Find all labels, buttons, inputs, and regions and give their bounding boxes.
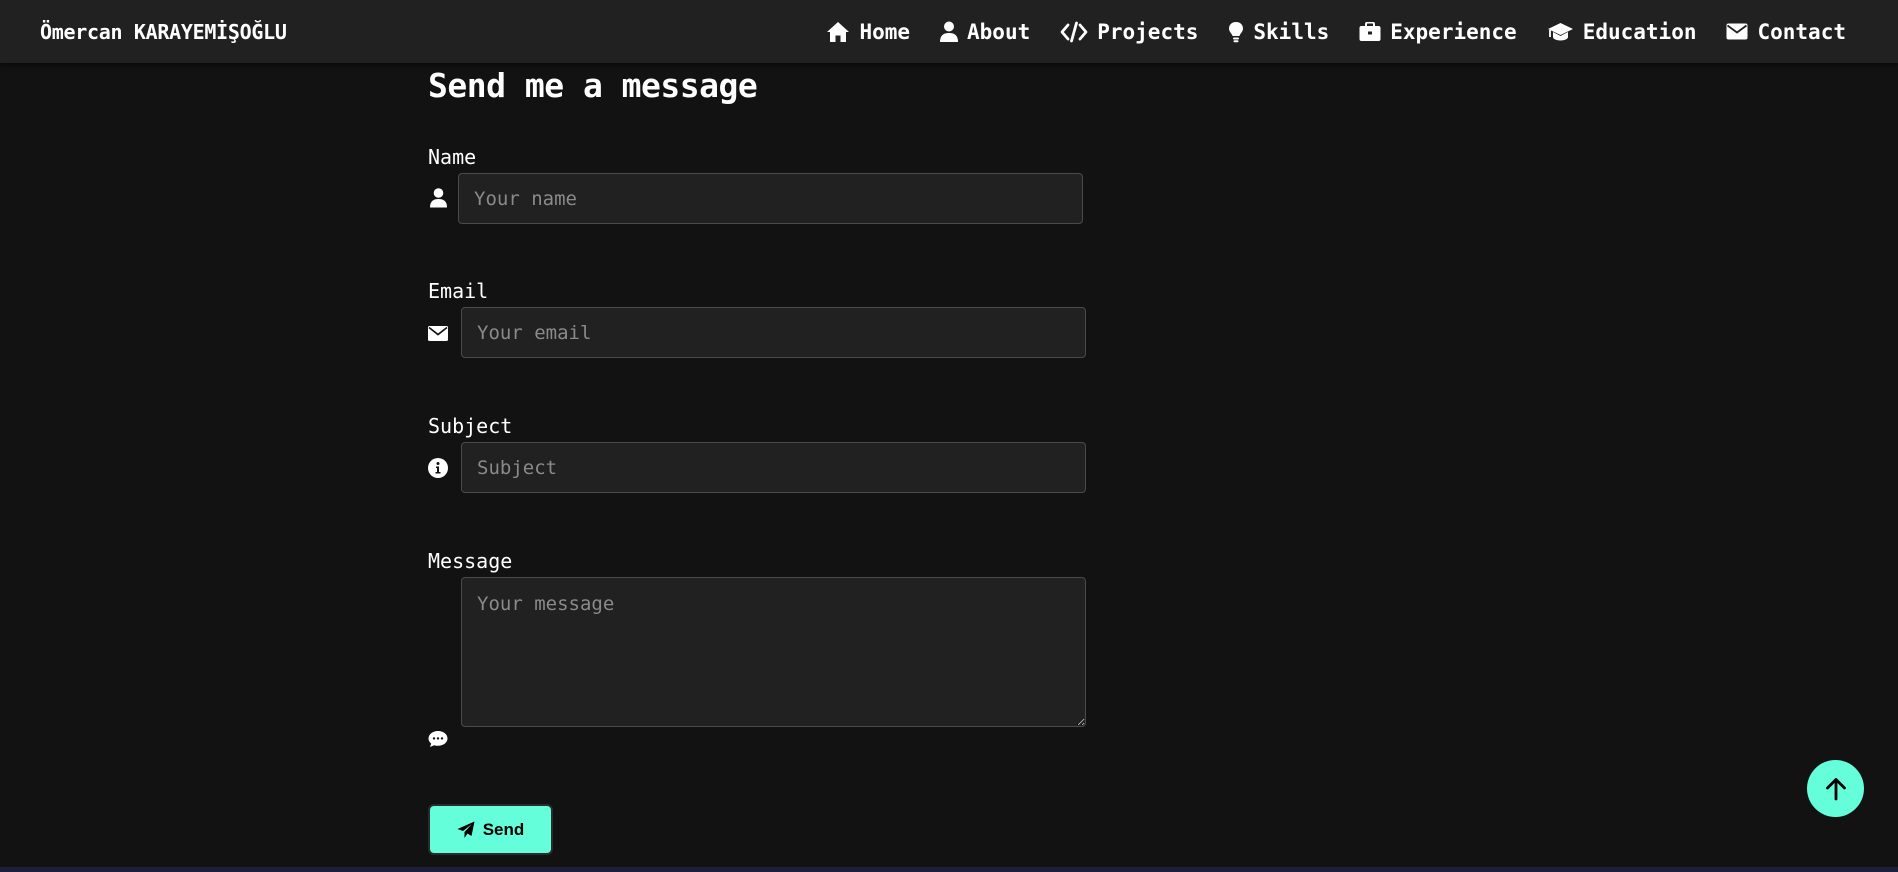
send-button[interactable]: Send — [428, 804, 553, 855]
nav-about-label: About — [967, 19, 1031, 44]
email-field[interactable] — [461, 307, 1086, 358]
name-field[interactable] — [458, 173, 1083, 224]
form-title: Send me a message — [428, 66, 758, 105]
nav-home[interactable]: Home — [826, 20, 910, 44]
email-label: Email — [428, 279, 489, 303]
code-icon — [1060, 21, 1088, 42]
name-label: Name — [428, 145, 477, 169]
info-circle-icon — [428, 458, 448, 478]
graduation-cap-icon — [1547, 22, 1573, 40]
brand-name[interactable]: Ömercan KARAYEMİŞOĞLU — [40, 20, 287, 44]
home-icon — [827, 21, 850, 42]
nav-skills[interactable]: Skills — [1228, 20, 1329, 44]
subject-label: Subject — [428, 414, 513, 438]
nav-projects-label: Projects — [1097, 19, 1199, 44]
main-nav: Home About Projects Skills Experience Ed… — [826, 20, 1846, 44]
briefcase-icon — [1359, 21, 1381, 41]
nav-experience[interactable]: Experience — [1359, 19, 1517, 44]
user-icon — [428, 188, 448, 208]
arrow-up-icon — [1825, 777, 1846, 800]
page: Ömercan KARAYEMİŞOĞLU Home About Project… — [0, 0, 1898, 872]
bottom-edge — [0, 867, 1898, 872]
paper-plane-icon — [457, 821, 475, 838]
nav-home-label: Home — [859, 19, 911, 44]
user-icon — [940, 21, 959, 42]
envelope-icon — [428, 323, 448, 343]
nav-contact[interactable]: Contact — [1726, 20, 1846, 44]
comment-icon — [428, 729, 448, 749]
nav-projects[interactable]: Projects — [1060, 20, 1198, 44]
envelope-icon — [1726, 23, 1748, 40]
nav-skills-label: Skills — [1253, 19, 1330, 44]
subject-field[interactable] — [461, 442, 1086, 493]
nav-education[interactable]: Education — [1547, 19, 1697, 44]
nav-about[interactable]: About — [940, 20, 1030, 44]
message-field[interactable] — [461, 577, 1086, 727]
scroll-to-top-button[interactable] — [1807, 760, 1864, 817]
send-button-label: Send — [482, 819, 525, 839]
nav-contact-label: Contact — [1757, 19, 1846, 44]
message-label: Message — [428, 549, 513, 573]
navbar: Ömercan KARAYEMİŞOĞLU Home About Project… — [0, 0, 1898, 63]
nav-experience-label: Experience — [1390, 19, 1517, 44]
lightbulb-icon — [1229, 21, 1244, 42]
nav-education-label: Education — [1582, 19, 1697, 44]
